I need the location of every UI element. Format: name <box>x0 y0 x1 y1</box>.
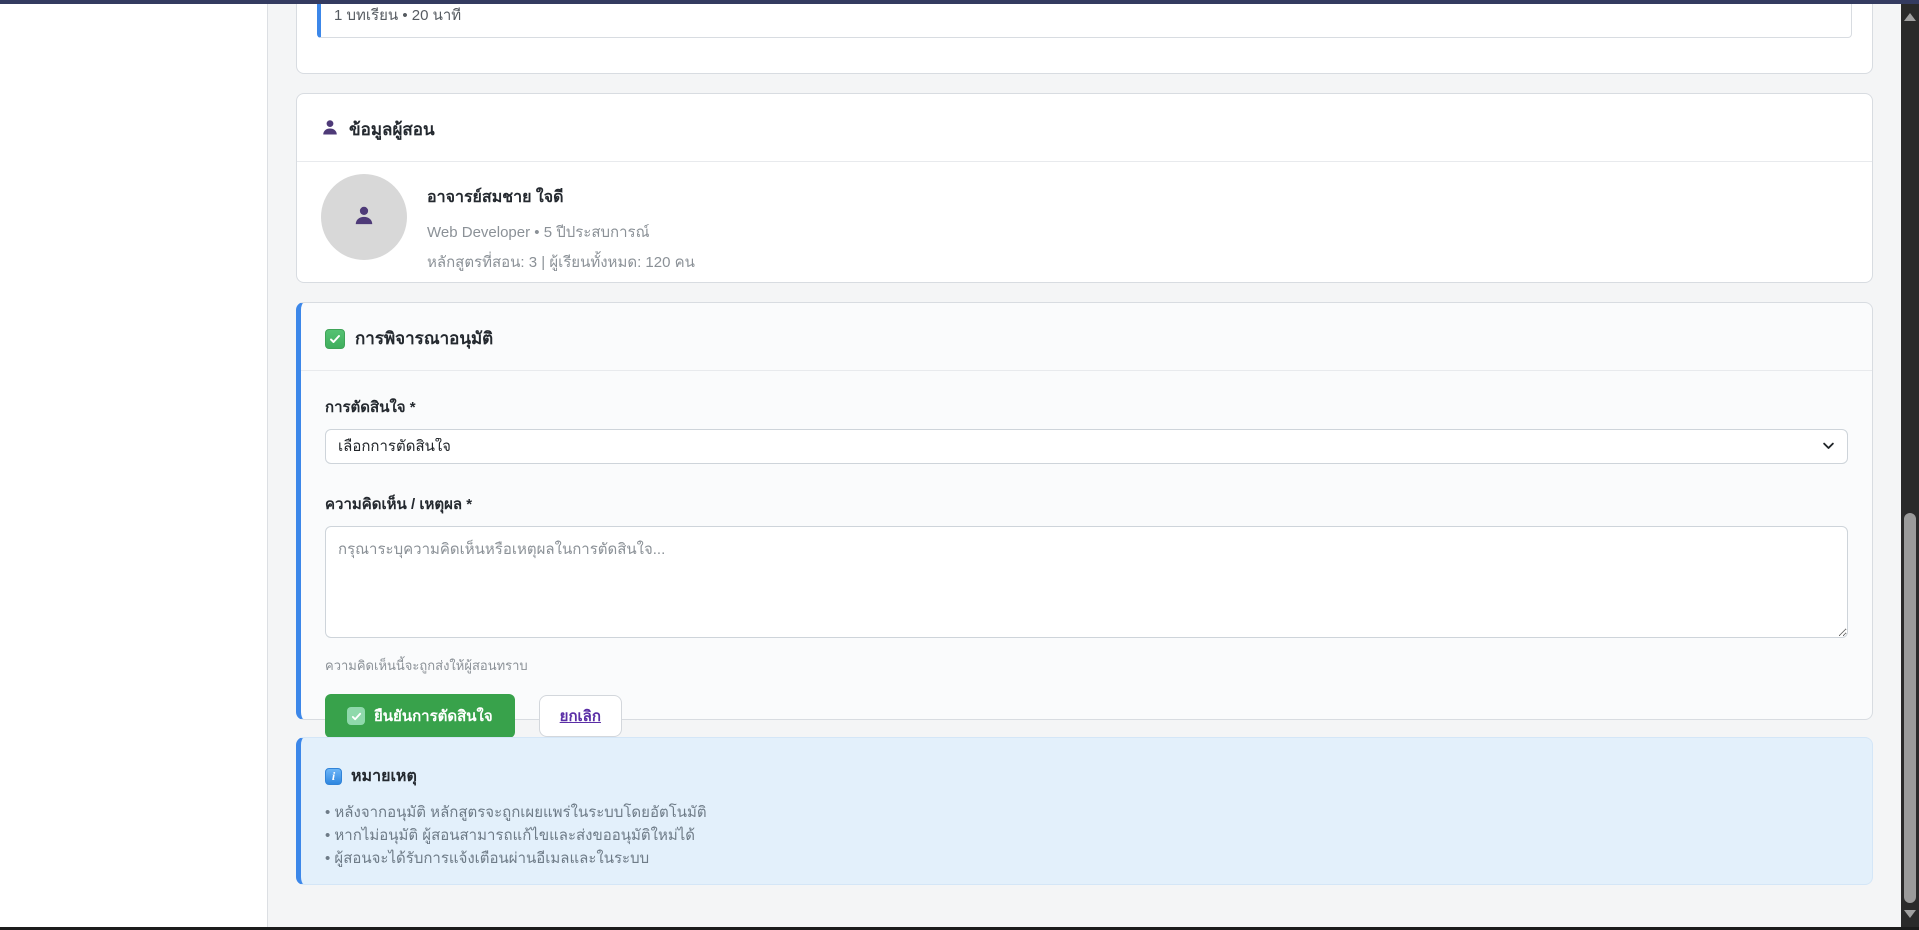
instructor-role: Web Developer • 5 ปีประสบการณ์ <box>427 220 695 244</box>
scroll-up-icon <box>1904 13 1916 21</box>
approval-card-header: การพิจารณาอนุมัติ <box>301 303 1872 371</box>
lesson-meta: 1 บทเรียน • 20 นาที <box>334 3 461 27</box>
person-icon <box>321 118 339 141</box>
scroll-up-button[interactable] <box>1901 8 1919 26</box>
button-check-icon <box>347 707 365 725</box>
instructor-card-header: ข้อมูลผู้สอน <box>297 94 1872 162</box>
scroll-down-icon <box>1904 910 1916 918</box>
confirm-decision-label: ยืนยันการตัดสินใจ <box>374 704 493 728</box>
avatar <box>321 174 407 260</box>
approval-card-title: การพิจารณาอนุมัติ <box>355 325 493 352</box>
decision-select[interactable]: เลือกการตัดสินใจ <box>325 429 1848 464</box>
comment-textarea[interactable] <box>325 526 1848 638</box>
comment-helper-text: ความคิดเห็นนี้จะถูกส่งให้ผู้สอนทราบ <box>325 655 1848 676</box>
instructor-stats: หลักสูตรที่สอน: 3 | ผู้เรียนทั้งหมด: 120… <box>427 250 695 274</box>
button-row: ยืนยันการตัดสินใจ ยกเลิก <box>325 694 1848 738</box>
note-card-header: i หมายเหตุ <box>325 764 1848 789</box>
instructor-body: อาจารย์สมชาย ใจดี Web Developer • 5 ปีปร… <box>297 162 1872 298</box>
check-square-icon <box>325 329 345 349</box>
sidebar <box>0 4 268 927</box>
note-card: i หมายเหตุ • หลังจากอนุมัติ หลักสูตรจะถู… <box>296 737 1873 885</box>
avatar-person-icon <box>353 204 375 231</box>
instructor-name: อาจารย์สมชาย ใจดี <box>427 185 695 210</box>
note-bullet: • ผู้สอนจะได้รับการแจ้งเตือนผ่านอีเมลและ… <box>325 847 1848 870</box>
lesson-item[interactable]: 1 บทเรียน • 20 นาที <box>317 0 1852 38</box>
instructor-card-title: ข้อมูลผู้สอน <box>349 116 435 143</box>
instructor-card: ข้อมูลผู้สอน อาจารย์สมชาย ใจดี Web Devel… <box>296 93 1873 283</box>
scroll-down-button[interactable] <box>1901 905 1919 923</box>
approval-card: การพิจารณาอนุมัติ การตัดสินใจ * เลือกการ… <box>296 302 1873 720</box>
approval-form: การตัดสินใจ * เลือกการตัดสินใจ ความคิดเห… <box>301 371 1872 762</box>
scrollbar-thumb[interactable] <box>1904 513 1916 903</box>
lessons-card: 1 บทเรียน • 20 นาที <box>296 0 1873 74</box>
decision-label: การตัดสินใจ * <box>325 395 1848 419</box>
info-icon: i <box>325 768 342 785</box>
note-card-title: หมายเหตุ <box>351 764 417 789</box>
instructor-meta: อาจารย์สมชาย ใจดี Web Developer • 5 ปีปร… <box>427 174 695 274</box>
note-bullet: • หากไม่อนุมัติ ผู้สอนสามารถแก้ไขและส่งข… <box>325 824 1848 847</box>
note-bullet: • หลังจากอนุมัติ หลักสูตรจะถูกเผยแพร่ในร… <box>325 801 1848 824</box>
confirm-decision-button[interactable]: ยืนยันการตัดสินใจ <box>325 694 515 738</box>
comment-label: ความคิดเห็น / เหตุผล * <box>325 492 1848 516</box>
cancel-button[interactable]: ยกเลิก <box>539 695 622 737</box>
note-bullets: • หลังจากอนุมัติ หลักสูตรจะถูกเผยแพร่ในร… <box>325 801 1848 870</box>
vertical-scrollbar[interactable] <box>1901 4 1919 927</box>
top-window-edge <box>0 0 1919 4</box>
decision-select-wrap: เลือกการตัดสินใจ <box>325 429 1848 464</box>
screen: 1 บทเรียน • 20 นาที ข้อมูลผู้สอน อาจารย์… <box>0 0 1919 930</box>
